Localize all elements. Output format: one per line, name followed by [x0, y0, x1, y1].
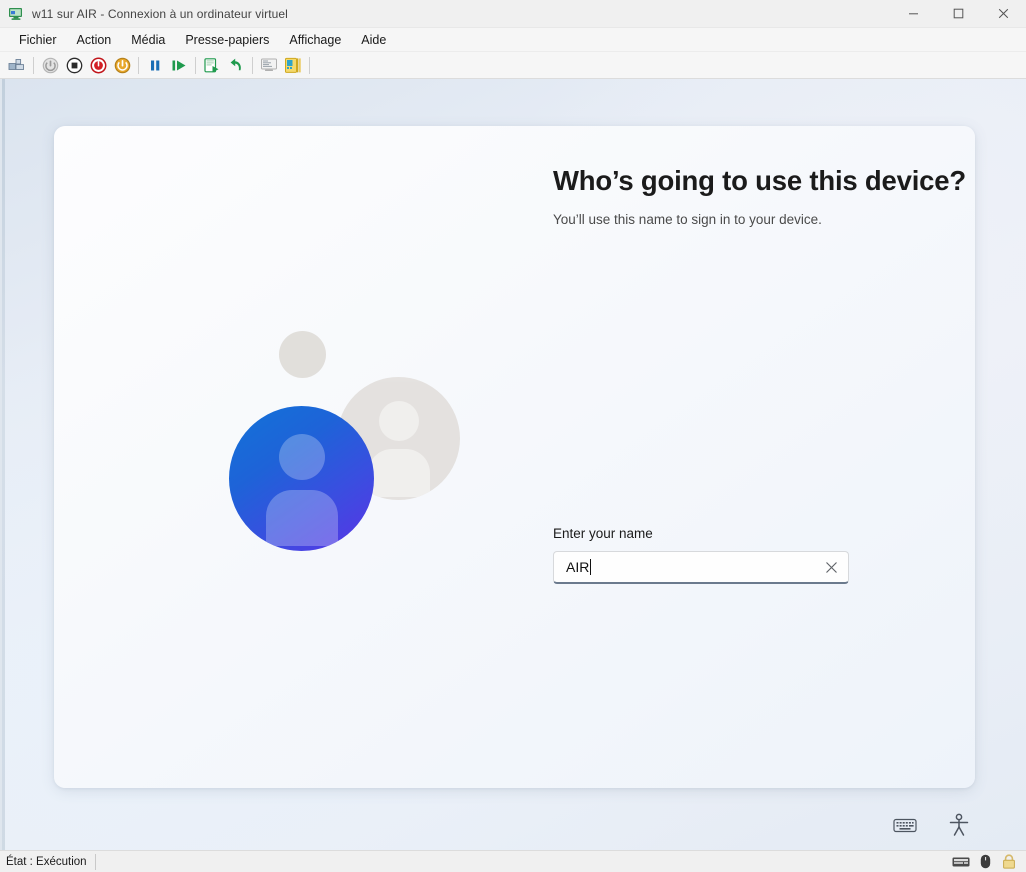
menu-bar: Fichier Action Média Presse-papiers Affi…: [0, 28, 1026, 52]
accessibility-icon[interactable]: [946, 812, 972, 838]
start-icon[interactable]: [39, 54, 61, 76]
turn-off-icon[interactable]: [87, 54, 109, 76]
name-field-block: Enter your name AIR: [553, 526, 851, 584]
menu-presse-papiers[interactable]: Presse-papiers: [176, 30, 278, 50]
toolbar-separator-3: [195, 56, 196, 74]
primary-avatar-head: [278, 434, 325, 480]
lock-icon: [1000, 854, 1018, 870]
user-avatar-illustration: [174, 331, 460, 591]
name-input-value: AIR: [566, 559, 590, 575]
settings-icon[interactable]: [282, 54, 304, 76]
text-caret: [590, 559, 592, 575]
menu-action[interactable]: Action: [68, 30, 121, 50]
hyperv-vmconnect-window: w11 sur AIR - Connexion à un ordinateur …: [0, 0, 1026, 872]
resume-icon[interactable]: [168, 54, 190, 76]
shutdown-icon[interactable]: [63, 54, 85, 76]
page-subtitle: You’ll use this name to sign in to your …: [553, 212, 822, 227]
pause-icon[interactable]: [144, 54, 166, 76]
page-title: Who’s going to use this device?: [553, 165, 966, 196]
illustration-small-circle: [279, 331, 326, 378]
name-input[interactable]: AIR: [553, 551, 849, 584]
virtual-machine-icon: [8, 6, 24, 22]
enhanced-session-icon[interactable]: [258, 54, 280, 76]
window-controls: [891, 0, 1026, 28]
ghost-avatar-head: [378, 401, 419, 441]
reset-icon[interactable]: [111, 54, 133, 76]
toolbar-separator-1: [33, 56, 34, 74]
menu-aide[interactable]: Aide: [352, 30, 395, 50]
revert-icon[interactable]: [225, 54, 247, 76]
close-button[interactable]: [981, 0, 1026, 28]
primary-avatar-body: [265, 490, 338, 546]
status-separator: [94, 853, 96, 870]
name-field-label: Enter your name: [553, 526, 653, 541]
status-bar: État : Exécution: [0, 850, 1026, 872]
mouse-capture-icon: [976, 854, 994, 870]
ctrl-alt-del-icon[interactable]: [6, 54, 28, 76]
illustration-primary-avatar: [229, 406, 374, 551]
minimize-button[interactable]: [891, 0, 936, 28]
menu-media[interactable]: Média: [122, 30, 174, 50]
menu-affichage[interactable]: Affichage: [280, 30, 350, 50]
oobe-helper-icons: [892, 812, 972, 838]
checkpoint-icon[interactable]: [201, 54, 223, 76]
oobe-card: Who’s going to use this device? You’ll u…: [54, 126, 975, 788]
oobe-heading-block: Who’s going to use this device? You’ll u…: [553, 164, 966, 229]
maximize-button[interactable]: [936, 0, 981, 28]
vm-screen-edge: [2, 79, 5, 850]
status-icons: [952, 854, 1026, 870]
vm-screen[interactable]: Who’s going to use this device? You’ll u…: [0, 79, 1026, 850]
keyboard-icon[interactable]: [892, 812, 918, 838]
clear-icon[interactable]: [820, 556, 842, 578]
toolbar-separator-4: [252, 56, 253, 74]
window-title: w11 sur AIR - Connexion à un ordinateur …: [32, 6, 288, 21]
toolbar: [0, 52, 1026, 79]
keyboard-capture-icon: [952, 854, 970, 870]
toolbar-separator-2: [138, 56, 139, 74]
status-text: État : Exécution: [6, 855, 87, 868]
title-bar: w11 sur AIR - Connexion à un ordinateur …: [0, 0, 1026, 28]
toolbar-separator-5: [309, 56, 310, 74]
ghost-avatar-body: [367, 449, 430, 497]
menu-fichier[interactable]: Fichier: [10, 30, 66, 50]
